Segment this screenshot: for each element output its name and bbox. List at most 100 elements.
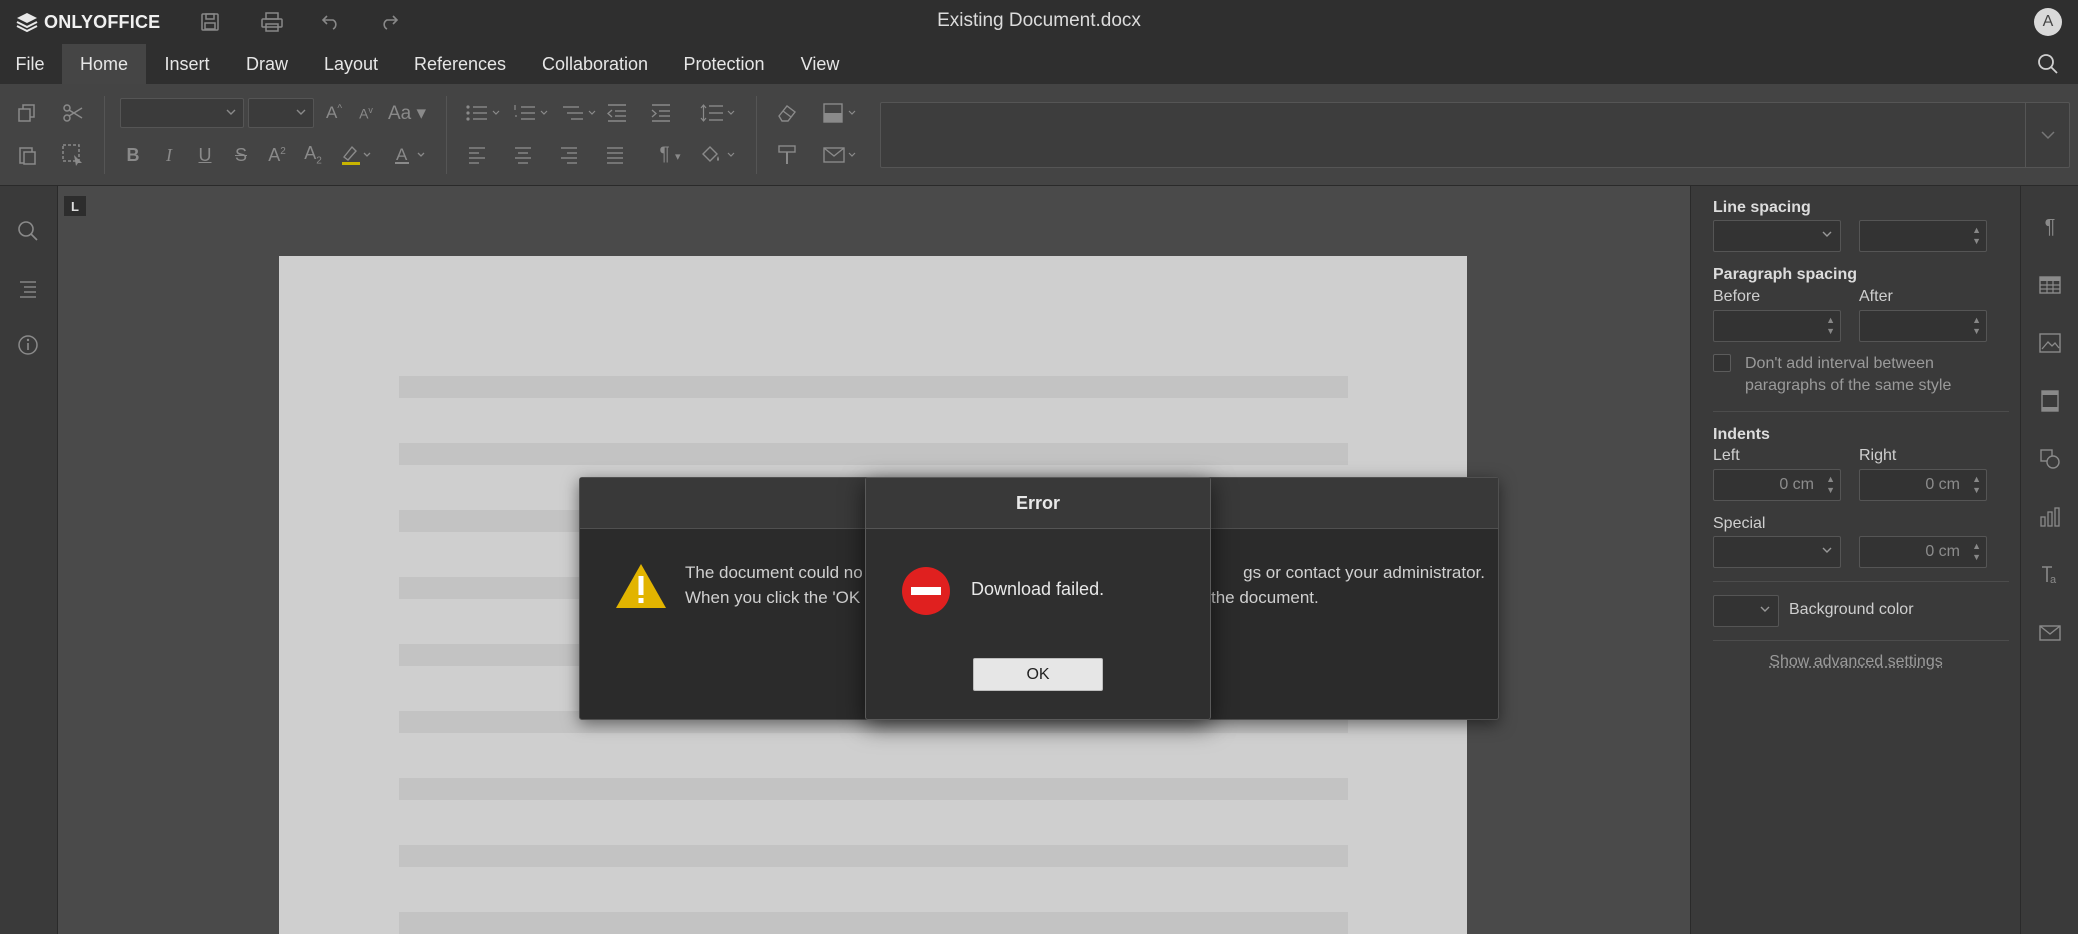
justify-button[interactable] <box>598 140 632 170</box>
styles-gallery[interactable] <box>880 102 2070 168</box>
align-center-button[interactable] <box>506 140 540 170</box>
tab-layout[interactable]: Layout <box>312 44 390 84</box>
tab-protection[interactable]: Protection <box>674 44 774 84</box>
paste-button[interactable] <box>10 140 44 170</box>
indent-left-input[interactable]: 0 cm ▲ ▼ <box>1713 469 1841 501</box>
color-scheme-button[interactable] <box>818 98 864 128</box>
text-art-settings-button[interactable]: a <box>2035 560 2065 590</box>
svg-text:a: a <box>2050 574 2057 586</box>
clear-style-button[interactable] <box>770 98 804 128</box>
about-button[interactable] <box>13 330 43 360</box>
special-label: Special <box>1713 515 1766 532</box>
user-avatar[interactable]: A <box>2034 8 2062 36</box>
tab-file[interactable]: File <box>0 44 60 84</box>
subscript-icon: A2 <box>304 143 322 167</box>
shape-settings-button[interactable] <box>2035 444 2065 474</box>
decrease-indent-button[interactable] <box>600 98 634 128</box>
tab-collaboration[interactable]: Collaboration <box>532 44 658 84</box>
nonprinting-characters-button[interactable]: ¶ ▾ <box>650 140 690 170</box>
tab-insert[interactable]: Insert <box>150 44 224 84</box>
special-indent-select[interactable] <box>1713 536 1841 568</box>
chevron-down-icon <box>296 109 306 115</box>
spinner-arrows-icon[interactable]: ▲ ▼ <box>1826 474 1835 496</box>
ok-button[interactable]: OK <box>973 658 1103 691</box>
tab-draw[interactable]: Draw <box>230 44 304 84</box>
navigation-button[interactable] <box>13 273 43 303</box>
align-left-button[interactable] <box>460 140 494 170</box>
no-interval-checkbox[interactable] <box>1713 354 1731 372</box>
paste-icon <box>19 147 36 165</box>
tab-stop-selector[interactable]: L <box>64 196 86 216</box>
find-button[interactable] <box>13 216 43 246</box>
save-button[interactable] <box>190 8 230 36</box>
line-spacing-icon <box>700 104 735 122</box>
background-color-picker[interactable] <box>1713 595 1779 627</box>
shading-button[interactable] <box>696 140 740 170</box>
cut-button[interactable] <box>56 98 90 128</box>
after-label: After <box>1859 288 1893 305</box>
spinner-arrows-icon[interactable]: ▲ ▼ <box>1972 474 1981 496</box>
underline-button[interactable]: U <box>188 140 222 170</box>
indent-icon <box>651 104 670 122</box>
warning-text-line2-end: the document. <box>1211 588 1319 607</box>
chevron-down-icon <box>2040 131 2055 140</box>
highlight-color-button[interactable] <box>334 140 378 170</box>
header-footer-settings-button[interactable] <box>2035 386 2065 416</box>
tab-references[interactable]: References <box>404 44 516 84</box>
show-advanced-settings-link[interactable]: Show advanced settings <box>1691 653 2021 671</box>
multilevel-list-button[interactable] <box>558 98 602 128</box>
change-case-button[interactable]: Aa ▾ <box>384 98 430 128</box>
table-settings-button[interactable] <box>2035 270 2065 300</box>
redo-button[interactable] <box>370 8 410 36</box>
decrease-font-button[interactable]: Av <box>350 98 382 128</box>
indents-heading: Indents <box>1713 426 1770 443</box>
tab-view[interactable]: View <box>790 44 850 84</box>
spinner-arrows-icon[interactable]: ▲ ▼ <box>1972 541 1981 563</box>
paragraph-settings-button[interactable]: ¶ <box>2035 212 2065 242</box>
copy-style-button[interactable] <box>770 140 804 170</box>
text-art-icon: a <box>2042 566 2057 586</box>
italic-button[interactable]: I <box>152 140 186 170</box>
mail-merge-settings-button[interactable] <box>2035 618 2065 648</box>
bullets-button[interactable] <box>462 98 506 128</box>
spinner-arrows-icon[interactable]: ▲ ▼ <box>1972 225 1981 247</box>
image-settings-button[interactable] <box>2035 328 2065 358</box>
logo-text: ONLYOFFICE <box>44 11 161 32</box>
expand-styles-button[interactable] <box>2025 103 2069 167</box>
bold-button[interactable]: B <box>116 140 150 170</box>
select-all-button[interactable] <box>56 140 90 170</box>
format-painter-icon <box>778 145 796 164</box>
chart-settings-button[interactable] <box>2035 502 2065 532</box>
line-spacing-value-input[interactable]: ▲ ▼ <box>1859 220 1987 252</box>
line-spacing-button[interactable] <box>696 98 740 128</box>
spinner-arrows-icon[interactable]: ▲ ▼ <box>1972 315 1981 337</box>
outdent-icon <box>607 104 626 122</box>
special-indent-input[interactable]: 0 cm ▲ ▼ <box>1859 536 1987 568</box>
spinner-arrows-icon[interactable]: ▲ ▼ <box>1826 315 1835 337</box>
search-button[interactable] <box>2034 50 2062 78</box>
before-label: Before <box>1713 288 1761 305</box>
spacing-before-input[interactable]: ▲ ▼ <box>1713 310 1841 342</box>
indent-left-label: Left <box>1713 447 1740 464</box>
strikethrough-button[interactable]: S <box>224 140 258 170</box>
scissors-icon <box>63 104 83 122</box>
increase-indent-button[interactable] <box>644 98 678 128</box>
subscript-button[interactable]: A2 <box>296 140 330 170</box>
font-size-select[interactable] <box>248 98 314 128</box>
font-name-select[interactable] <box>120 98 244 128</box>
tab-home[interactable]: Home <box>62 44 146 84</box>
spacing-after-input[interactable]: ▲ ▼ <box>1859 310 1987 342</box>
numbering-button[interactable] <box>510 98 554 128</box>
line-spacing-rule-select[interactable] <box>1713 220 1841 252</box>
undo-button[interactable] <box>310 8 350 36</box>
indent-right-input[interactable]: 0 cm ▲ ▼ <box>1859 469 1987 501</box>
increase-font-button[interactable]: A^ <box>318 98 350 128</box>
separator <box>446 96 447 174</box>
error-dialog: Error Download failed. OK <box>865 477 1211 720</box>
copy-button[interactable] <box>10 98 44 128</box>
align-right-button[interactable] <box>552 140 586 170</box>
print-button[interactable] <box>252 8 292 36</box>
mail-merge-button[interactable] <box>818 140 864 170</box>
font-color-button[interactable]: A <box>388 140 432 170</box>
superscript-button[interactable]: A2 <box>260 140 294 170</box>
